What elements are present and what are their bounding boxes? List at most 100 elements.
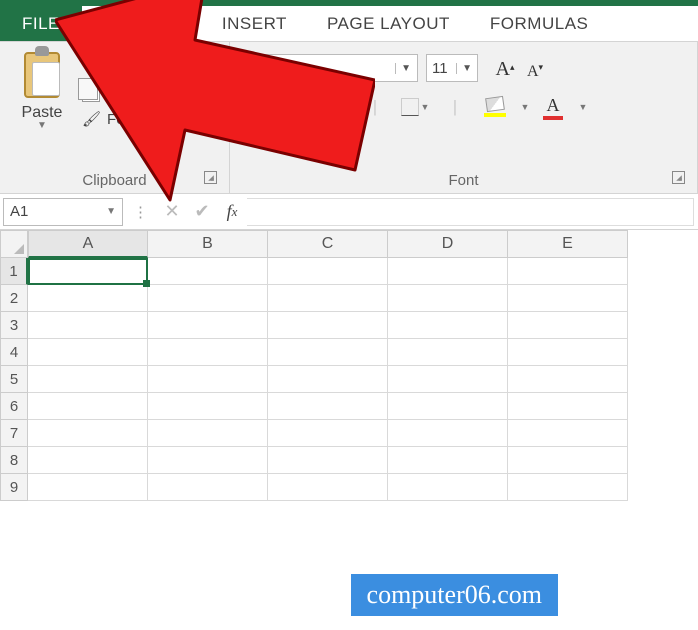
cell-A4[interactable] [28,339,148,366]
font-launcher[interactable] [672,171,685,184]
chevron-down-icon[interactable]: ▼ [106,206,116,217]
cell-D2[interactable] [388,285,508,312]
cell-B2[interactable] [148,285,268,312]
clipboard-launcher[interactable] [204,171,217,184]
font-family-selector[interactable]: ial ▼ [238,54,418,82]
row-header-2[interactable]: 2 [0,285,28,312]
column-header-D[interactable]: D [388,230,508,258]
cell-D4[interactable] [388,339,508,366]
cell-D6[interactable] [388,393,508,420]
cell-D7[interactable] [388,420,508,447]
cell-A6[interactable] [28,393,148,420]
group-font: ial ▼ 11 ▼ A▴ A▾ B I U▼ | ▼ | [230,42,698,193]
grip-icon: ⋮ [133,203,147,221]
cell-C2[interactable] [268,285,388,312]
font-family-value: ial [245,60,260,77]
cell-A9[interactable] [28,474,148,501]
cell-A7[interactable] [28,420,148,447]
cell-B8[interactable] [148,447,268,474]
cell-E9[interactable] [508,474,628,501]
font-size-value: 11 [432,60,448,77]
enter-button[interactable]: ✔ [187,198,217,226]
cell-E8[interactable] [508,447,628,474]
cell-C7[interactable] [268,420,388,447]
formula-bar[interactable] [247,198,694,226]
row-header-9[interactable]: 9 [0,474,28,501]
column-header-E[interactable]: E [508,230,628,258]
copy-button[interactable]: C ▼ [82,82,206,102]
cell-B9[interactable] [148,474,268,501]
font-color-button[interactable]: A [536,92,570,122]
chevron-down-icon[interactable]: ▼ [579,102,588,112]
format-painter-button[interactable]: Format Painter [82,110,206,128]
cell-D1[interactable] [388,258,508,285]
paste-button[interactable]: Paste ▼ [8,48,76,168]
cell-E5[interactable] [508,366,628,393]
row-header-8[interactable]: 8 [0,447,28,474]
cell-D8[interactable] [388,447,508,474]
cell-A1[interactable] [28,258,148,285]
cell-B4[interactable] [148,339,268,366]
cell-D5[interactable] [388,366,508,393]
cell-B6[interactable] [148,393,268,420]
font-color-swatch [543,116,563,120]
chevron-down-icon[interactable]: ▼ [521,102,530,112]
cell-C6[interactable] [268,393,388,420]
row-header-5[interactable]: 5 [0,366,28,393]
column-header-B[interactable]: B [148,230,268,258]
copy-icon [82,82,100,102]
cell-A5[interactable] [28,366,148,393]
cell-C3[interactable] [268,312,388,339]
copy-dropdown-icon[interactable]: ▼ [123,87,132,97]
cell-A2[interactable] [28,285,148,312]
cell-B3[interactable] [148,312,268,339]
cell-C4[interactable] [268,339,388,366]
column-header-C[interactable]: C [268,230,388,258]
decrease-font-size-button[interactable]: A▾ [522,55,548,81]
cell-A8[interactable] [28,447,148,474]
row-header-1[interactable]: 1 [0,258,28,285]
insert-function-button[interactable]: fx [217,198,247,226]
cell-D9[interactable] [388,474,508,501]
cell-E7[interactable] [508,420,628,447]
row-header-4[interactable]: 4 [0,339,28,366]
font-size-selector[interactable]: 11 ▼ [426,54,478,82]
cell-E1[interactable] [508,258,628,285]
row-header-7[interactable]: 7 [0,420,28,447]
bucket-icon [485,96,505,112]
tab-insert[interactable]: INSERT [202,6,307,41]
column-header-A[interactable]: A [28,230,148,258]
paste-icon [24,52,60,98]
cancel-button[interactable]: ✕ [157,198,187,226]
cell-C5[interactable] [268,366,388,393]
cell-E6[interactable] [508,393,628,420]
name-box-value: A1 [10,203,28,220]
borders-button[interactable]: ▼ [398,92,432,122]
underline-button[interactable]: U▼ [318,92,352,122]
cell-E2[interactable] [508,285,628,312]
cell-B5[interactable] [148,366,268,393]
row-header-6[interactable]: 6 [0,393,28,420]
tab-page-layout[interactable]: PAGE LAYOUT [307,6,470,41]
paste-dropdown-icon[interactable]: ▼ [37,120,47,131]
fill-color-button[interactable] [478,92,512,122]
cut-button[interactable] [82,54,206,74]
cell-D3[interactable] [388,312,508,339]
cell-C8[interactable] [268,447,388,474]
tab-file[interactable]: FILE [0,6,82,41]
cell-B7[interactable] [148,420,268,447]
cell-C1[interactable] [268,258,388,285]
increase-font-size-button[interactable]: A▴ [492,55,518,81]
tab-formulas[interactable]: FORMULAS [470,6,608,41]
cell-E4[interactable] [508,339,628,366]
select-all-button[interactable] [0,230,28,258]
bold-button[interactable]: B [238,92,272,122]
cell-E3[interactable] [508,312,628,339]
cell-C9[interactable] [268,474,388,501]
cell-A3[interactable] [28,312,148,339]
cell-B1[interactable] [148,258,268,285]
italic-button[interactable]: I [278,92,312,122]
group-label-font: Font [238,168,689,189]
row-header-3[interactable]: 3 [0,312,28,339]
name-box[interactable]: A1 ▼ [3,198,123,226]
